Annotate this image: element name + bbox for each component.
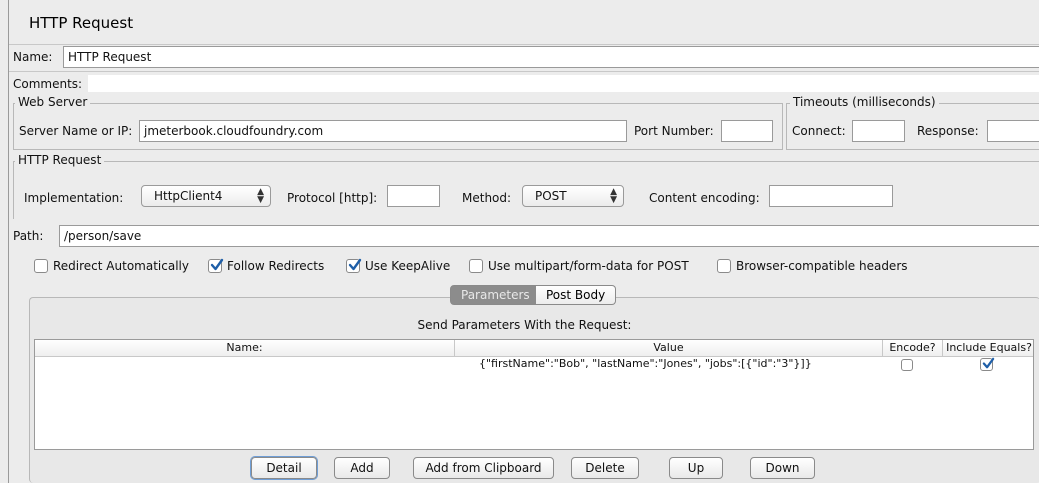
name-label: Name: [13, 50, 53, 64]
updown-arrows-icon: ▲ ▼ [610, 187, 617, 205]
http-request-panel: HTTP Request Name: HTTP Request Comments… [8, 0, 1039, 483]
name-input[interactable]: HTTP Request [63, 46, 1039, 68]
protocol-input[interactable] [387, 185, 440, 207]
add-from-clipboard-button[interactable]: Add from Clipboard [413, 457, 554, 479]
use-multipart-label: Use multipart/form-data for POST [488, 259, 689, 273]
implementation-value: HttpClient4 [154, 189, 223, 203]
follow-redirects-label: Follow Redirects [227, 259, 325, 273]
path-input[interactable]: /person/save [59, 225, 1039, 247]
redirect-automatically-checkbox[interactable] [34, 259, 48, 273]
panel-title: HTTP Request [29, 14, 134, 32]
use-multipart-checkbox[interactable] [469, 259, 483, 273]
parameters-table[interactable]: Name: Value Encode? Include Equals? {"fi… [34, 339, 1034, 450]
comments-label: Comments: [13, 77, 83, 91]
delete-button[interactable]: Delete [571, 457, 639, 479]
column-header-name[interactable]: Name: [35, 340, 455, 356]
tab-parameters[interactable]: Parameters [450, 285, 541, 305]
connect-label: Connect: [792, 124, 846, 138]
column-header-encode[interactable]: Encode? [883, 340, 943, 356]
updown-arrows-icon: ▲ ▼ [257, 187, 264, 205]
port-number-input[interactable] [721, 120, 773, 142]
browser-compatible-label: Browser-compatible headers [736, 259, 908, 273]
response-input[interactable] [987, 120, 1039, 142]
method-value: POST [535, 189, 567, 203]
browser-compatible-checkbox[interactable] [717, 259, 731, 273]
checkmark-icon [982, 357, 995, 369]
server-name-label: Server Name or IP: [19, 124, 133, 138]
implementation-label: Implementation: [24, 191, 124, 205]
comments-input[interactable] [88, 75, 1039, 92]
name-divider [9, 71, 1039, 72]
content-encoding-input[interactable] [769, 185, 893, 207]
path-label: Path: [13, 229, 44, 243]
response-label: Response: [917, 124, 979, 138]
title-divider [9, 44, 1039, 45]
up-button[interactable]: Up [669, 457, 723, 479]
params-caption: Send Parameters With the Request: [417, 318, 632, 332]
timeouts-legend: Timeouts (milliseconds) [790, 95, 939, 109]
add-button[interactable]: Add [334, 457, 390, 479]
implementation-select[interactable]: HttpClient4 ▲ ▼ [141, 185, 271, 207]
redirect-automatically-label: Redirect Automatically [53, 259, 189, 273]
column-header-value[interactable]: Value [455, 340, 883, 356]
connect-input[interactable] [852, 120, 905, 142]
server-name-input[interactable]: jmeterbook.cloudfoundry.com [139, 120, 627, 142]
web-server-legend: Web Server [15, 95, 91, 109]
encode-checkbox[interactable] [901, 359, 913, 371]
content-encoding-label: Content encoding: [649, 191, 760, 205]
method-label: Method: [462, 191, 512, 205]
http-request-legend: HTTP Request [15, 153, 105, 167]
follow-redirects-checkbox[interactable] [208, 258, 224, 273]
protocol-label: Protocol [http]: [287, 191, 378, 205]
down-button[interactable]: Down [750, 457, 815, 479]
column-header-include-equals[interactable]: Include Equals? [943, 340, 1035, 356]
use-keepalive-label: Use KeepAlive [365, 259, 451, 273]
port-number-label: Port Number: [634, 124, 714, 138]
method-select[interactable]: POST ▲ ▼ [522, 185, 624, 207]
table-row-value-cell[interactable]: {"firstName":"Bob", "lastName":"Jones", … [455, 357, 883, 370]
use-keepalive-checkbox[interactable] [346, 258, 362, 273]
checkmark-icon [348, 258, 362, 271]
tab-post-body[interactable]: Post Body [536, 285, 617, 305]
detail-button[interactable]: Detail [251, 457, 317, 479]
include-equals-checkbox[interactable] [980, 357, 995, 371]
checkmark-icon [210, 258, 224, 271]
